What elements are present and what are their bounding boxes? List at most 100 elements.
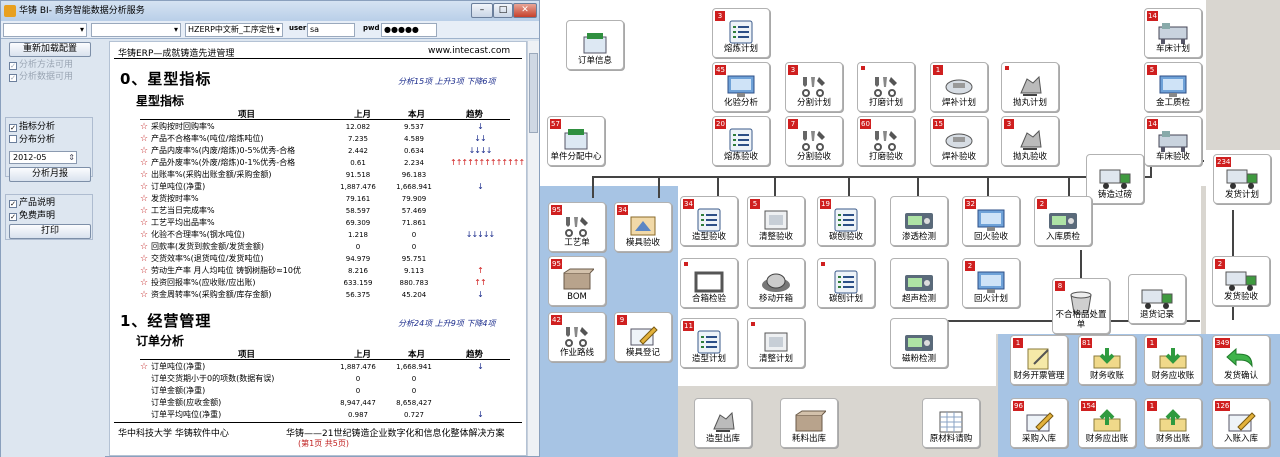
- node-fin-out[interactable]: 1 财务出账: [1144, 398, 1202, 448]
- node-account-in[interactable]: 126 入账入库: [1212, 398, 1270, 448]
- node-ship-check[interactable]: 2 发货验收: [1212, 256, 1270, 306]
- table-row: ☆ 产品内废率%(内废/熔炼)0-5%优秀-合格 2.442 0.634 ↓↓↓↓: [110, 145, 526, 157]
- node-label: 渗透检测: [901, 232, 936, 242]
- node-lathe-plan[interactable]: 14 车床计划: [1144, 8, 1202, 58]
- checkbox-data[interactable]: ✓ 分析数据可用: [9, 71, 73, 83]
- node-route[interactable]: 42 作业路线: [548, 312, 606, 362]
- node-label: 熔炼验收: [723, 152, 758, 162]
- node-fin-recv-ar[interactable]: 1 财务应收账: [1144, 335, 1202, 385]
- node-job-dispatch[interactable]: 57 单件分配中心: [547, 116, 605, 166]
- node-ship-confirm[interactable]: 349 发货确认: [1212, 335, 1270, 385]
- node-blast-plan[interactable]: 抛丸计划: [1001, 62, 1059, 112]
- node-ship-plan[interactable]: 234 发货计划: [1213, 154, 1271, 204]
- node-purchase-in[interactable]: 96 采购入库: [1010, 398, 1068, 448]
- node-ultra-test[interactable]: 超声检测: [890, 258, 948, 308]
- node-pen-test[interactable]: 渗透检测: [890, 196, 948, 246]
- node-pattern-register[interactable]: 9 模具登记: [614, 312, 672, 362]
- star-icon: ☆: [140, 134, 149, 144]
- node-label: 回火验收: [973, 232, 1008, 242]
- node-lathe-check[interactable]: 14 车床验收: [1144, 116, 1202, 166]
- node-mold-check[interactable]: 34 造型验收: [680, 196, 738, 246]
- table-row: ☆ 出账率%(采购出账金额/采购金额) 91.518 96.183: [110, 169, 526, 181]
- node-temper-check[interactable]: 32 回火验收: [962, 196, 1020, 246]
- report-view: 华铸ERP—成就铸造先进管理 www.intecast.com 0、星型指标 分…: [109, 41, 527, 456]
- checkbox-method[interactable]: ✓ 分析方法可用: [9, 59, 73, 71]
- node-mold-out[interactable]: 造型出库: [694, 398, 752, 448]
- node-fin-invoice[interactable]: 1 财务开票管理: [1010, 335, 1068, 385]
- node-cast-transfer[interactable]: 铸造过磅: [1086, 154, 1144, 204]
- star-icon: ☆: [140, 218, 149, 228]
- node-cut-check[interactable]: 7 分割验收: [785, 116, 843, 166]
- minimize-button[interactable]: –: [471, 3, 493, 18]
- maximize-button[interactable]: □: [493, 3, 513, 18]
- vertical-scrollbar[interactable]: [527, 41, 539, 456]
- user-input[interactable]: sa: [307, 23, 355, 37]
- node-clean-plan[interactable]: 清整计划: [747, 318, 805, 368]
- node-label: 化验分析: [723, 98, 758, 108]
- combo-1[interactable]: [3, 23, 87, 37]
- node-label: 合箱检验: [691, 294, 726, 304]
- node-fin-recv[interactable]: 81 财务收账: [1078, 335, 1136, 385]
- checkbox-distribution[interactable]: 分布分析: [9, 134, 55, 146]
- reload-config-button[interactable]: 重新加载配置: [9, 42, 91, 57]
- node-clean-check[interactable]: 5 清整验收: [747, 196, 805, 246]
- node-nonconform[interactable]: 8 不合格品处置单: [1052, 278, 1110, 334]
- node-weld-check[interactable]: 15 焊补验收: [930, 116, 988, 166]
- print-button[interactable]: 打印: [9, 224, 91, 239]
- star-icon: ☆: [140, 182, 149, 192]
- connector: [848, 176, 850, 198]
- node-raw-purchase[interactable]: 原材料请购: [922, 398, 980, 448]
- table-row: 订单金额(应收金额) 8,947,447 8,658,427: [110, 397, 526, 409]
- node-pattern-check[interactable]: 34 模具验收: [614, 202, 672, 252]
- checkbox-label: 分布分析: [19, 135, 56, 145]
- password-input[interactable]: ●●●●●: [381, 23, 437, 37]
- combo-2[interactable]: [91, 23, 181, 37]
- node-bom[interactable]: 95 BOM: [548, 256, 606, 306]
- node-blast-check[interactable]: 3 抛丸验收: [1001, 116, 1059, 166]
- row-this-month: 8,658,427: [396, 399, 432, 407]
- node-metal-inspect[interactable]: 5 金工质检: [1144, 62, 1202, 112]
- node-carbon-plan[interactable]: 碳刨计划: [817, 258, 875, 308]
- row-name: 资金周转率%(采购金额/库存金额): [151, 290, 272, 299]
- node-fin-pay-out[interactable]: 154 财务应出账: [1078, 398, 1136, 448]
- node-stock-in-inspect[interactable]: 2 入库质检: [1034, 196, 1092, 246]
- node-temper-plan[interactable]: 2 回火计划: [962, 258, 1020, 308]
- node-label: 熔炼计划: [723, 44, 758, 54]
- star-icon: ☆: [140, 242, 149, 252]
- row-name: 订单吨位(净重): [151, 182, 206, 191]
- checkbox-disclaimer[interactable]: ✓ 免费声明: [9, 210, 55, 222]
- star-icon: ☆: [140, 122, 149, 132]
- table-row: ☆ 工艺当日完成率% 58.597 57.469: [110, 205, 526, 217]
- status-dot: [861, 66, 865, 70]
- node-cut-plan[interactable]: 3 分割计划: [785, 62, 843, 112]
- node-weld-plan[interactable]: 1 焊补计划: [930, 62, 988, 112]
- node-label: 入账入库: [1223, 434, 1258, 444]
- database-select[interactable]: HZERP中文新_工序定性: [185, 23, 283, 37]
- node-lab-analysis[interactable]: 45 化验分析: [712, 62, 770, 112]
- checkbox-explain[interactable]: ✓ 产品说明: [9, 197, 55, 209]
- checkbox-indicator[interactable]: ✓ 指标分析: [9, 121, 55, 133]
- node-melt-plan[interactable]: 3 熔炼计划: [712, 8, 770, 58]
- toolbar: HZERP中文新_工序定性 user sa pwd ●●●●●: [1, 21, 539, 39]
- node-label: 单件分配中心: [550, 152, 602, 162]
- node-grind-check[interactable]: 60 打磨验收: [857, 116, 915, 166]
- node-carbon-check[interactable]: 19 碳刨验收: [817, 196, 875, 246]
- node-material-out[interactable]: 耗料出库: [780, 398, 838, 448]
- node-box-check[interactable]: 合箱检验: [680, 258, 738, 308]
- node-process-sheet[interactable]: 95 工艺单: [548, 202, 606, 252]
- close-button[interactable]: ✕: [513, 3, 537, 18]
- section0-title: 0、星型指标: [120, 70, 212, 88]
- monthly-report-button[interactable]: 分析月报: [9, 167, 91, 182]
- date-picker[interactable]: 2012-05: [9, 151, 77, 164]
- node-melt-check[interactable]: 20 熔炼验收: [712, 116, 770, 166]
- window-title: 华铸 BI- 商务智能数据分析服务: [19, 6, 145, 16]
- node-mold-plan[interactable]: 11 造型计划: [680, 318, 738, 368]
- node-mag-test[interactable]: 磁粉检测: [890, 318, 948, 368]
- row-this-month: 71.861: [401, 219, 427, 227]
- node-order-info[interactable]: 订单信息: [566, 20, 624, 70]
- scroll-thumb[interactable]: [529, 53, 538, 133]
- node-label: 财务应收账: [1151, 371, 1195, 381]
- node-move-box[interactable]: 移动开箱: [747, 258, 805, 308]
- node-return-record[interactable]: 退货记录: [1128, 274, 1186, 324]
- node-grind-plan[interactable]: 打磨计划: [857, 62, 915, 112]
